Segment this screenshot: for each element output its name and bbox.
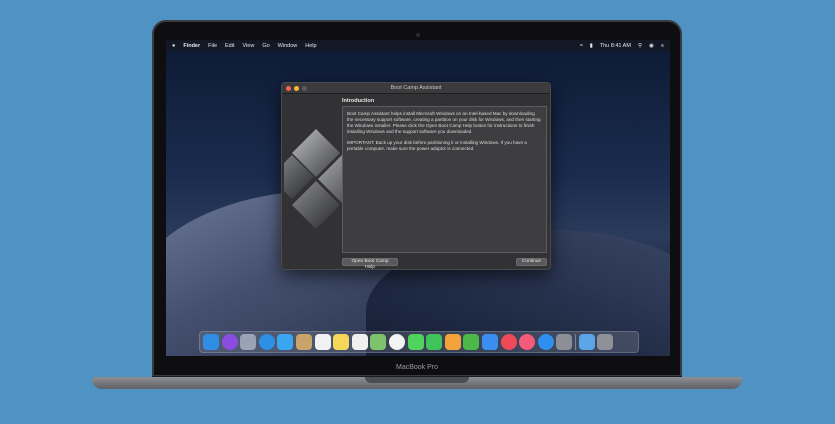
siri-menu-icon[interactable]: ◉	[649, 43, 654, 49]
calendar-icon[interactable]	[314, 334, 331, 350]
menu-file[interactable]: File	[208, 43, 217, 49]
window-titlebar[interactable]: Boot Camp Assistant	[282, 83, 550, 94]
app-store-icon[interactable]	[537, 334, 554, 350]
laptop-brand: MacBook Pro	[395, 364, 439, 371]
close-icon[interactable]	[286, 86, 291, 91]
downloads-folder-icon[interactable]	[578, 334, 595, 350]
boot-camp-window: Boot Camp Assistant Introduction Boot Ca…	[281, 82, 551, 270]
spotlight-icon[interactable]: ⚲	[638, 43, 642, 49]
numbers-icon[interactable]	[463, 334, 480, 350]
menu-bar: ● Finder File Edit View Go Window Help ≈…	[166, 40, 670, 51]
menu-finder[interactable]: Finder	[183, 43, 200, 49]
siri-icon[interactable]	[221, 334, 238, 350]
continue-button[interactable]: Continue	[516, 258, 547, 266]
pages-icon[interactable]	[444, 334, 461, 350]
menu-edit[interactable]: Edit	[225, 43, 234, 49]
camera-icon	[416, 33, 420, 37]
window-title: Boot Camp Assistant	[390, 85, 442, 91]
dock	[199, 331, 639, 353]
menu-view[interactable]: View	[243, 43, 255, 49]
intro-paragraph: Boot Camp Assistant helps install Micros…	[347, 111, 541, 134]
photos-icon[interactable]	[388, 334, 405, 350]
contacts-icon[interactable]	[295, 334, 312, 350]
reminders-icon[interactable]	[351, 334, 368, 350]
desktop: ● Finder File Edit View Go Window Help ≈…	[166, 40, 670, 356]
music-icon[interactable]	[519, 334, 536, 350]
wifi-icon[interactable]: ≈	[580, 43, 583, 49]
page-title: Introduction	[342, 98, 375, 104]
notes-icon[interactable]	[333, 334, 350, 350]
launchpad-icon[interactable]	[240, 334, 257, 350]
dock-separator	[574, 334, 576, 350]
clock[interactable]: Thu 8:41 AM	[600, 43, 631, 49]
open-help-button[interactable]: Open Boot Camp Help	[342, 258, 398, 270]
trash-icon[interactable]	[597, 334, 614, 350]
keynote-icon[interactable]	[481, 334, 498, 350]
apple-icon[interactable]: ●	[172, 43, 175, 49]
warning-paragraph: IMPORTANT: Back up your disk before part…	[347, 140, 527, 151]
maps-icon[interactable]	[370, 334, 387, 350]
system-preferences-icon[interactable]	[556, 334, 573, 350]
menu-window[interactable]: Window	[278, 43, 298, 49]
news-icon[interactable]	[500, 334, 517, 350]
finder-icon[interactable]	[203, 334, 219, 350]
mail-icon[interactable]	[277, 334, 294, 350]
menu-help[interactable]: Help	[305, 43, 316, 49]
facetime-icon[interactable]	[426, 334, 443, 350]
minimize-icon[interactable]	[294, 86, 299, 91]
notification-center-icon[interactable]: ≡	[661, 43, 664, 49]
menu-go[interactable]: Go	[262, 43, 269, 49]
battery-icon[interactable]: ▮	[590, 43, 593, 49]
zoom-icon[interactable]	[302, 86, 307, 91]
messages-icon[interactable]	[407, 334, 424, 350]
safari-icon[interactable]	[258, 334, 275, 350]
intro-text-area[interactable]: Boot Camp Assistant helps install Micros…	[342, 106, 547, 253]
laptop-notch	[365, 377, 469, 383]
